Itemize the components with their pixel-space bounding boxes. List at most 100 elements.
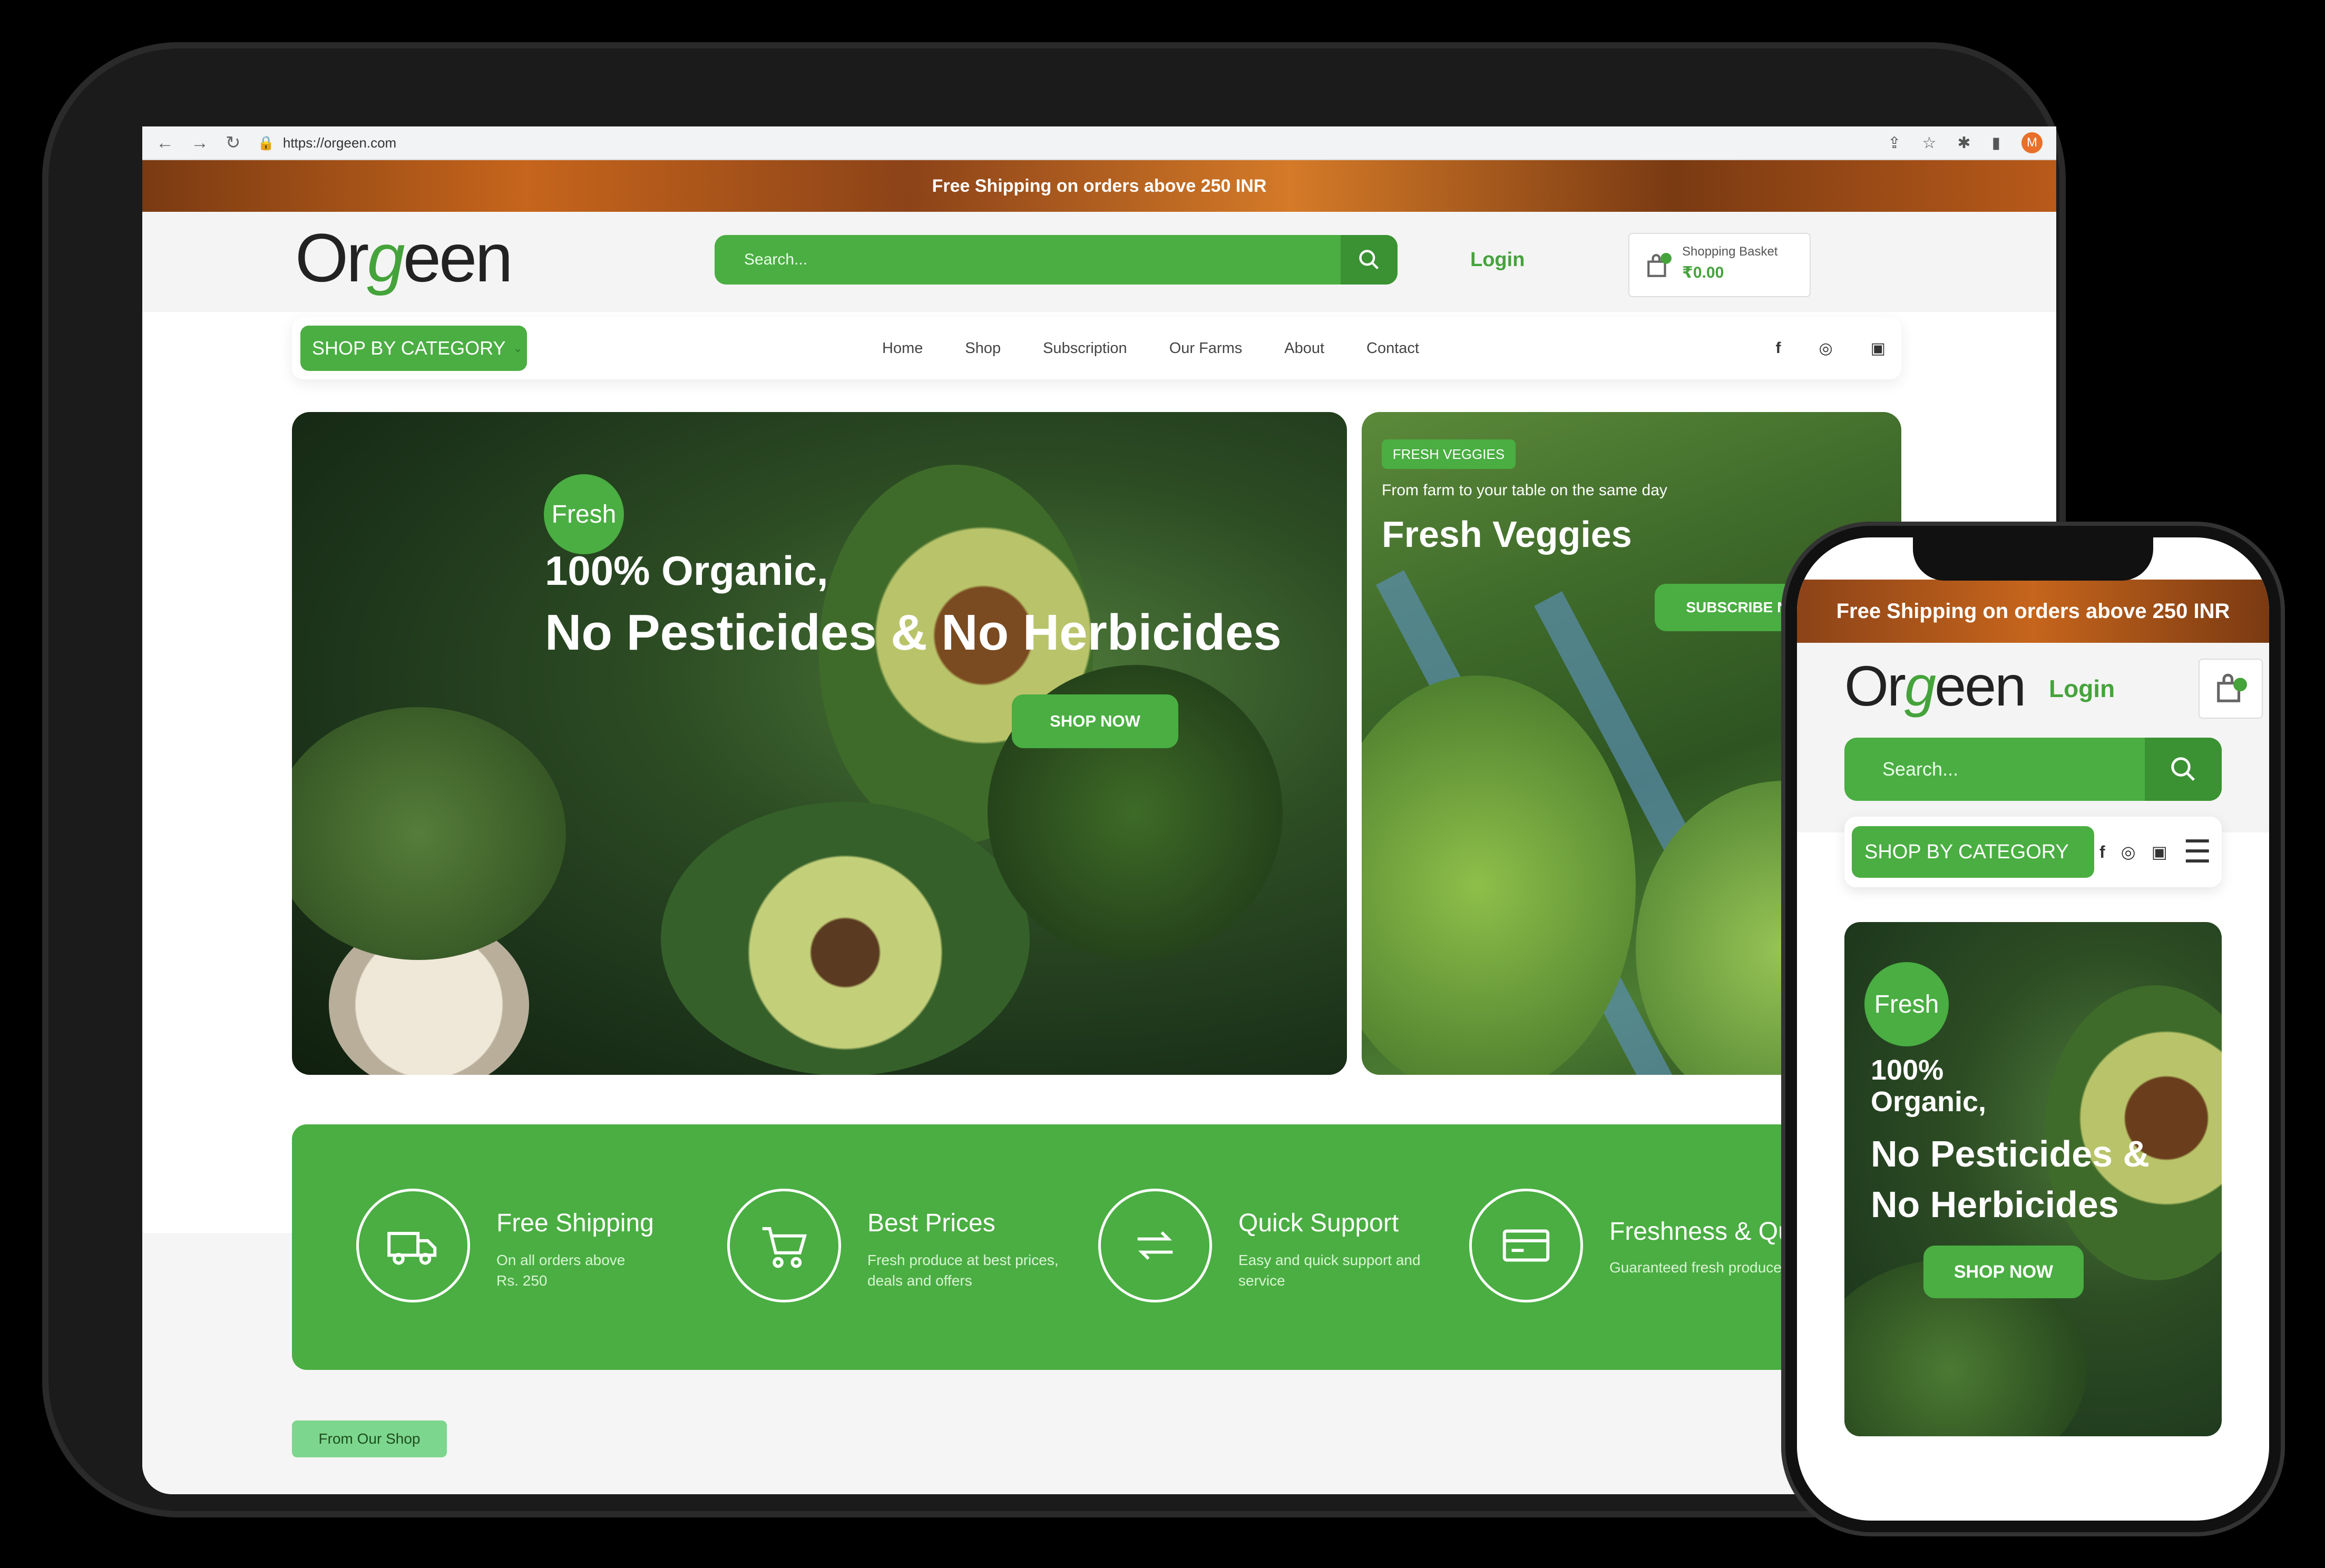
instagram-icon[interactable]: ◎	[1819, 339, 1832, 358]
mobile-logo-text: Or	[1844, 654, 1906, 718]
mobile-nav-icons: f ◎ ▣ ☰	[2099, 817, 2212, 887]
login-link[interactable]: Login	[1470, 249, 1525, 271]
mobile-search-input[interactable]	[1844, 738, 2145, 801]
site-header: Orgeen Login Shopping Basket ₹0.00	[142, 212, 2056, 312]
mobile-hero-line-1: 100%	[1871, 1054, 1944, 1086]
chevron-down-icon: ⌄	[513, 341, 523, 355]
address-bar[interactable]: 🔒 https://orgeen.com	[258, 135, 1871, 151]
mobile-basket-button[interactable]	[2199, 659, 2263, 719]
linkedin-icon[interactable]: ▣	[2152, 842, 2167, 862]
social-links: f ◎ ▣	[1775, 317, 1886, 379]
star-icon[interactable]: ☆	[1922, 134, 1936, 152]
mobile-logo-leaf-g: g	[1904, 654, 1936, 718]
mobile-hero-line-3: No Pesticides &	[1871, 1133, 2150, 1174]
basket-icon	[2217, 673, 2247, 702]
mobile-navigation: SHOP BY CATEGORY f ◎ ▣ ☰	[1844, 817, 2222, 887]
nav-item-contact[interactable]: Contact	[1366, 340, 1419, 357]
logo-leaf-g: g	[367, 219, 405, 296]
feature-quick-support: Quick Support Easy and quick support and…	[1098, 1124, 1467, 1370]
mobile-banner-text: Free Shipping on orders above 250 INR	[1836, 599, 2230, 623]
instagram-icon[interactable]: ◎	[2121, 842, 2136, 862]
mobile-logo[interactable]: Orgeen	[1844, 658, 2026, 714]
mobile-category-button[interactable]: SHOP BY CATEGORY	[1852, 826, 2094, 878]
banner-text: Free Shipping on orders above 250 INR	[932, 175, 1267, 196]
avocado-image-2	[661, 802, 1030, 1075]
mobile-search-bar	[1844, 738, 2222, 801]
mobile-shop-now-button[interactable]: SHOP NOW	[1923, 1246, 2084, 1298]
facebook-icon[interactable]: f	[1775, 339, 1781, 357]
category-label: SHOP BY CATEGORY	[312, 337, 506, 359]
feature-desc: Fresh produce at best prices, deals and …	[867, 1252, 1059, 1289]
basket-title: Shopping Basket	[1682, 244, 1778, 259]
cart-icon	[727, 1189, 841, 1302]
share-icon[interactable]: ⇪	[1888, 134, 1901, 152]
profile-avatar[interactable]: M	[2021, 132, 2043, 153]
mobile-shipping-banner: Free Shipping on orders above 250 INR	[1797, 580, 2269, 643]
sidebar-icon[interactable]: ▮	[1991, 134, 2000, 152]
feature-title: Best Prices	[867, 1209, 995, 1237]
basket-icon	[1647, 253, 1672, 277]
feature-desc: Easy and quick support and service	[1238, 1252, 1421, 1289]
logo-text-suffix: een	[403, 219, 513, 296]
feature-free-shipping: Free Shipping On all orders above Rs. 25…	[356, 1124, 725, 1370]
mobile-hero-line-2: Organic,	[1871, 1086, 1987, 1118]
url-text: https://orgeen.com	[282, 134, 397, 151]
mobile-login-link[interactable]: Login	[2049, 674, 2115, 703]
mobile-hero-banner: Fresh 100% Organic, No Pesticides & No H…	[1844, 922, 2222, 1436]
feature-desc: On all orders above Rs. 250	[496, 1252, 626, 1289]
tablet-frame: ← → ↻ 🔒 https://orgeen.com ⇪ ☆ ✱ ▮ M Fre…	[42, 42, 2066, 1517]
feature-best-prices: Best Prices Fresh produce at best prices…	[727, 1124, 1096, 1370]
phone-screen: Free Shipping on orders above 250 INR Or…	[1797, 537, 2269, 1521]
shop-now-button[interactable]: SHOP NOW	[1012, 694, 1178, 748]
veggies-title: Fresh Veggies	[1382, 514, 1632, 555]
feature-title: Quick Support	[1238, 1209, 1399, 1237]
nav-item-our-farms[interactable]: Our Farms	[1169, 340, 1243, 357]
hero-line-2: No Pesticides & No Herbicides	[545, 604, 1282, 661]
back-icon[interactable]: ←	[156, 133, 174, 153]
mobile-fresh-badge: Fresh	[1864, 962, 1949, 1046]
search-button[interactable]	[1341, 235, 1398, 285]
search-icon	[2171, 757, 2195, 781]
reload-icon[interactable]: ↻	[226, 132, 241, 153]
nav-item-shop[interactable]: Shop	[965, 340, 1001, 357]
forward-icon[interactable]: →	[191, 133, 209, 153]
browser-chrome: ← → ↻ 🔒 https://orgeen.com ⇪ ☆ ✱ ▮ M	[142, 126, 2056, 160]
search-icon	[1359, 250, 1379, 270]
broccoli-image	[292, 707, 566, 960]
refresh-icon	[1098, 1189, 1212, 1302]
fresh-veggies-tag: FRESH VEGGIES	[1382, 439, 1516, 469]
search-bar	[715, 235, 1398, 285]
main-navigation: SHOP BY CATEGORY ⌄ Home Shop Subscriptio…	[292, 317, 1901, 379]
logo-text: Or	[295, 219, 369, 296]
nav-menu: Home Shop Subscription Our Farms About C…	[882, 317, 1419, 379]
veggies-subtitle: From farm to your table on the same day	[1382, 482, 1667, 499]
phone-frame: Free Shipping on orders above 250 INR Or…	[1781, 522, 2285, 1536]
shop-by-category-button[interactable]: SHOP BY CATEGORY ⌄	[300, 326, 527, 371]
mobile-hero-line-4: No Herbicides	[1871, 1184, 2119, 1225]
nav-item-subscription[interactable]: Subscription	[1043, 340, 1127, 357]
hero-line-1: 100% Organic,	[545, 547, 828, 594]
from-our-shop-tag: From Our Shop	[292, 1420, 447, 1457]
free-shipping-banner: Free Shipping on orders above 250 INR	[142, 160, 2056, 212]
mobile-logo-text-suffix: een	[1935, 654, 2026, 718]
facebook-icon[interactable]: f	[2099, 842, 2105, 862]
truck-icon	[356, 1189, 470, 1302]
site-logo[interactable]: Orgeen	[295, 223, 513, 292]
basket-total: ₹0.00	[1682, 264, 1724, 281]
fresh-badge: Fresh	[544, 474, 624, 554]
card-icon	[1469, 1189, 1583, 1302]
nav-item-home[interactable]: Home	[882, 340, 923, 357]
linkedin-icon[interactable]: ▣	[1871, 339, 1886, 358]
nav-item-about[interactable]: About	[1284, 340, 1324, 357]
extensions-icon[interactable]: ✱	[1957, 134, 1970, 152]
mobile-category-label: SHOP BY CATEGORY	[1864, 840, 2069, 863]
feature-title: Free Shipping	[496, 1209, 654, 1237]
shopping-basket[interactable]: Shopping Basket ₹0.00	[1628, 233, 1811, 297]
hamburger-menu-icon[interactable]: ☰	[2183, 834, 2212, 870]
lettuce-image	[1362, 675, 1636, 1075]
search-input[interactable]	[715, 235, 1341, 285]
lock-icon: 🔒	[257, 134, 275, 151]
hero-banner: Fresh 100% Organic, No Pesticides & No H…	[292, 412, 1347, 1075]
mobile-search-button[interactable]	[2145, 738, 2222, 801]
tablet-screen: ← → ↻ 🔒 https://orgeen.com ⇪ ☆ ✱ ▮ M Fre…	[142, 126, 2056, 1494]
